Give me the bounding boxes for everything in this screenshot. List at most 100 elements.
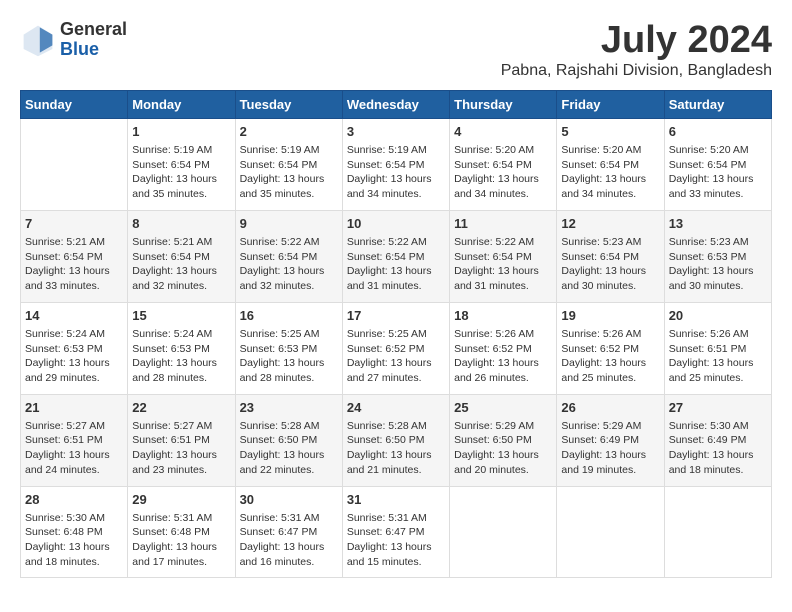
day-number: 21 — [25, 399, 123, 417]
logo-text: General Blue — [60, 20, 127, 60]
day-number: 9 — [240, 215, 338, 233]
day-header-sunday: Sunday — [21, 90, 128, 118]
day-info: Sunrise: 5:31 AM Sunset: 6:47 PM Dayligh… — [240, 511, 338, 570]
day-info: Sunrise: 5:19 AM Sunset: 6:54 PM Dayligh… — [132, 143, 230, 202]
day-number: 6 — [669, 123, 767, 141]
day-number: 7 — [25, 215, 123, 233]
calendar-cell: 6 Sunrise: 5:20 AM Sunset: 6:54 PM Daylig… — [664, 118, 771, 210]
calendar-cell: 14Sunrise: 5:24 AM Sunset: 6:53 PM Dayli… — [21, 302, 128, 394]
calendar-cell: 22Sunrise: 5:27 AM Sunset: 6:51 PM Dayli… — [128, 394, 235, 486]
calendar-cell: 15Sunrise: 5:24 AM Sunset: 6:53 PM Dayli… — [128, 302, 235, 394]
day-info: Sunrise: 5:22 AM Sunset: 6:54 PM Dayligh… — [347, 235, 445, 294]
day-number: 11 — [454, 215, 552, 233]
calendar-week-row: 14Sunrise: 5:24 AM Sunset: 6:53 PM Dayli… — [21, 302, 772, 394]
calendar-cell: 28Sunrise: 5:30 AM Sunset: 6:48 PM Dayli… — [21, 486, 128, 578]
day-header-saturday: Saturday — [664, 90, 771, 118]
day-info: Sunrise: 5:27 AM Sunset: 6:51 PM Dayligh… — [132, 419, 230, 478]
logo: General Blue — [20, 20, 127, 60]
day-info: Sunrise: 5:30 AM Sunset: 6:49 PM Dayligh… — [669, 419, 767, 478]
calendar-cell: 26Sunrise: 5:29 AM Sunset: 6:49 PM Dayli… — [557, 394, 664, 486]
calendar-cell: 9 Sunrise: 5:22 AM Sunset: 6:54 PM Daylig… — [235, 210, 342, 302]
calendar-cell — [664, 486, 771, 578]
calendar-week-row: 1 Sunrise: 5:19 AM Sunset: 6:54 PM Daylig… — [21, 118, 772, 210]
day-info: Sunrise: 5:21 AM Sunset: 6:54 PM Dayligh… — [132, 235, 230, 294]
calendar-cell: 13 Sunrise: 5:23 AM Sunset: 6:53 PM Dayli… — [664, 210, 771, 302]
day-number: 5 — [561, 123, 659, 141]
calendar-cell: 5 Sunrise: 5:20 AM Sunset: 6:54 PM Daylig… — [557, 118, 664, 210]
calendar-cell: 12Sunrise: 5:23 AM Sunset: 6:54 PM Dayli… — [557, 210, 664, 302]
page-header: General Blue July 2024 Pabna, Rajshahi D… — [20, 20, 772, 80]
day-info: Sunrise: 5:22 AM Sunset: 6:54 PM Dayligh… — [454, 235, 552, 294]
calendar-cell: 23 Sunrise: 5:28 AM Sunset: 6:50 PM Dayli… — [235, 394, 342, 486]
day-number: 16 — [240, 307, 338, 325]
day-number: 26 — [561, 399, 659, 417]
day-number: 23 — [240, 399, 338, 417]
calendar-cell: 25 Sunrise: 5:29 AM Sunset: 6:50 PM Dayli… — [450, 394, 557, 486]
day-header-monday: Monday — [128, 90, 235, 118]
day-number: 25 — [454, 399, 552, 417]
day-header-thursday: Thursday — [450, 90, 557, 118]
day-info: Sunrise: 5:22 AM Sunset: 6:54 PM Dayligh… — [240, 235, 338, 294]
day-number: 14 — [25, 307, 123, 325]
calendar-header-row: SundayMondayTuesdayWednesdayThursdayFrid… — [21, 90, 772, 118]
calendar-cell: 24Sunrise: 5:28 AM Sunset: 6:50 PM Dayli… — [342, 394, 449, 486]
calendar-cell: 27 Sunrise: 5:30 AM Sunset: 6:49 PM Dayli… — [664, 394, 771, 486]
calendar-cell: 29 Sunrise: 5:31 AM Sunset: 6:48 PM Dayli… — [128, 486, 235, 578]
day-number: 15 — [132, 307, 230, 325]
day-info: Sunrise: 5:28 AM Sunset: 6:50 PM Dayligh… — [347, 419, 445, 478]
day-number: 27 — [669, 399, 767, 417]
calendar-cell: 18 Sunrise: 5:26 AM Sunset: 6:52 PM Dayli… — [450, 302, 557, 394]
day-number: 8 — [132, 215, 230, 233]
title-section: July 2024 Pabna, Rajshahi Division, Bang… — [501, 20, 772, 80]
day-header-friday: Friday — [557, 90, 664, 118]
day-info: Sunrise: 5:21 AM Sunset: 6:54 PM Dayligh… — [25, 235, 123, 294]
day-number: 1 — [132, 123, 230, 141]
calendar-cell: 1 Sunrise: 5:19 AM Sunset: 6:54 PM Daylig… — [128, 118, 235, 210]
day-number: 29 — [132, 491, 230, 509]
calendar-cell: 16Sunrise: 5:25 AM Sunset: 6:53 PM Dayli… — [235, 302, 342, 394]
calendar-cell: 21 Sunrise: 5:27 AM Sunset: 6:51 PM Dayli… — [21, 394, 128, 486]
day-info: Sunrise: 5:29 AM Sunset: 6:50 PM Dayligh… — [454, 419, 552, 478]
calendar-cell: 11 Sunrise: 5:22 AM Sunset: 6:54 PM Dayli… — [450, 210, 557, 302]
calendar-cell — [557, 486, 664, 578]
day-number: 31 — [347, 491, 445, 509]
calendar-cell: 8 Sunrise: 5:21 AM Sunset: 6:54 PM Daylig… — [128, 210, 235, 302]
day-number: 13 — [669, 215, 767, 233]
day-info: Sunrise: 5:23 AM Sunset: 6:54 PM Dayligh… — [561, 235, 659, 294]
day-number: 4 — [454, 123, 552, 141]
day-info: Sunrise: 5:31 AM Sunset: 6:48 PM Dayligh… — [132, 511, 230, 570]
day-info: Sunrise: 5:20 AM Sunset: 6:54 PM Dayligh… — [561, 143, 659, 202]
logo-general: General — [60, 19, 127, 39]
day-number: 2 — [240, 123, 338, 141]
day-info: Sunrise: 5:31 AM Sunset: 6:47 PM Dayligh… — [347, 511, 445, 570]
day-info: Sunrise: 5:28 AM Sunset: 6:50 PM Dayligh… — [240, 419, 338, 478]
day-number: 18 — [454, 307, 552, 325]
calendar-cell: 17Sunrise: 5:25 AM Sunset: 6:52 PM Dayli… — [342, 302, 449, 394]
day-info: Sunrise: 5:19 AM Sunset: 6:54 PM Dayligh… — [240, 143, 338, 202]
day-number: 17 — [347, 307, 445, 325]
day-info: Sunrise: 5:27 AM Sunset: 6:51 PM Dayligh… — [25, 419, 123, 478]
calendar-cell — [21, 118, 128, 210]
calendar-cell: 7 Sunrise: 5:21 AM Sunset: 6:54 PM Daylig… — [21, 210, 128, 302]
calendar-cell: 10 Sunrise: 5:22 AM Sunset: 6:54 PM Dayli… — [342, 210, 449, 302]
day-number: 19 — [561, 307, 659, 325]
day-info: Sunrise: 5:26 AM Sunset: 6:52 PM Dayligh… — [454, 327, 552, 386]
location: Pabna, Rajshahi Division, Bangladesh — [501, 62, 772, 80]
day-number: 10 — [347, 215, 445, 233]
day-info: Sunrise: 5:26 AM Sunset: 6:51 PM Dayligh… — [669, 327, 767, 386]
calendar-cell: 31 Sunrise: 5:31 AM Sunset: 6:47 PM Dayli… — [342, 486, 449, 578]
day-info: Sunrise: 5:19 AM Sunset: 6:54 PM Dayligh… — [347, 143, 445, 202]
calendar-cell: 20Sunrise: 5:26 AM Sunset: 6:51 PM Dayli… — [664, 302, 771, 394]
day-info: Sunrise: 5:26 AM Sunset: 6:52 PM Dayligh… — [561, 327, 659, 386]
calendar-week-row: 28Sunrise: 5:30 AM Sunset: 6:48 PM Dayli… — [21, 486, 772, 578]
day-info: Sunrise: 5:20 AM Sunset: 6:54 PM Dayligh… — [669, 143, 767, 202]
month-year: July 2024 — [501, 20, 772, 62]
calendar-cell: 3Sunrise: 5:19 AM Sunset: 6:54 PM Daylig… — [342, 118, 449, 210]
day-header-wednesday: Wednesday — [342, 90, 449, 118]
day-info: Sunrise: 5:23 AM Sunset: 6:53 PM Dayligh… — [669, 235, 767, 294]
calendar-week-row: 21 Sunrise: 5:27 AM Sunset: 6:51 PM Dayli… — [21, 394, 772, 486]
day-number: 30 — [240, 491, 338, 509]
day-header-tuesday: Tuesday — [235, 90, 342, 118]
calendar-cell: 2 Sunrise: 5:19 AM Sunset: 6:54 PM Daylig… — [235, 118, 342, 210]
calendar-cell: 30 Sunrise: 5:31 AM Sunset: 6:47 PM Dayli… — [235, 486, 342, 578]
